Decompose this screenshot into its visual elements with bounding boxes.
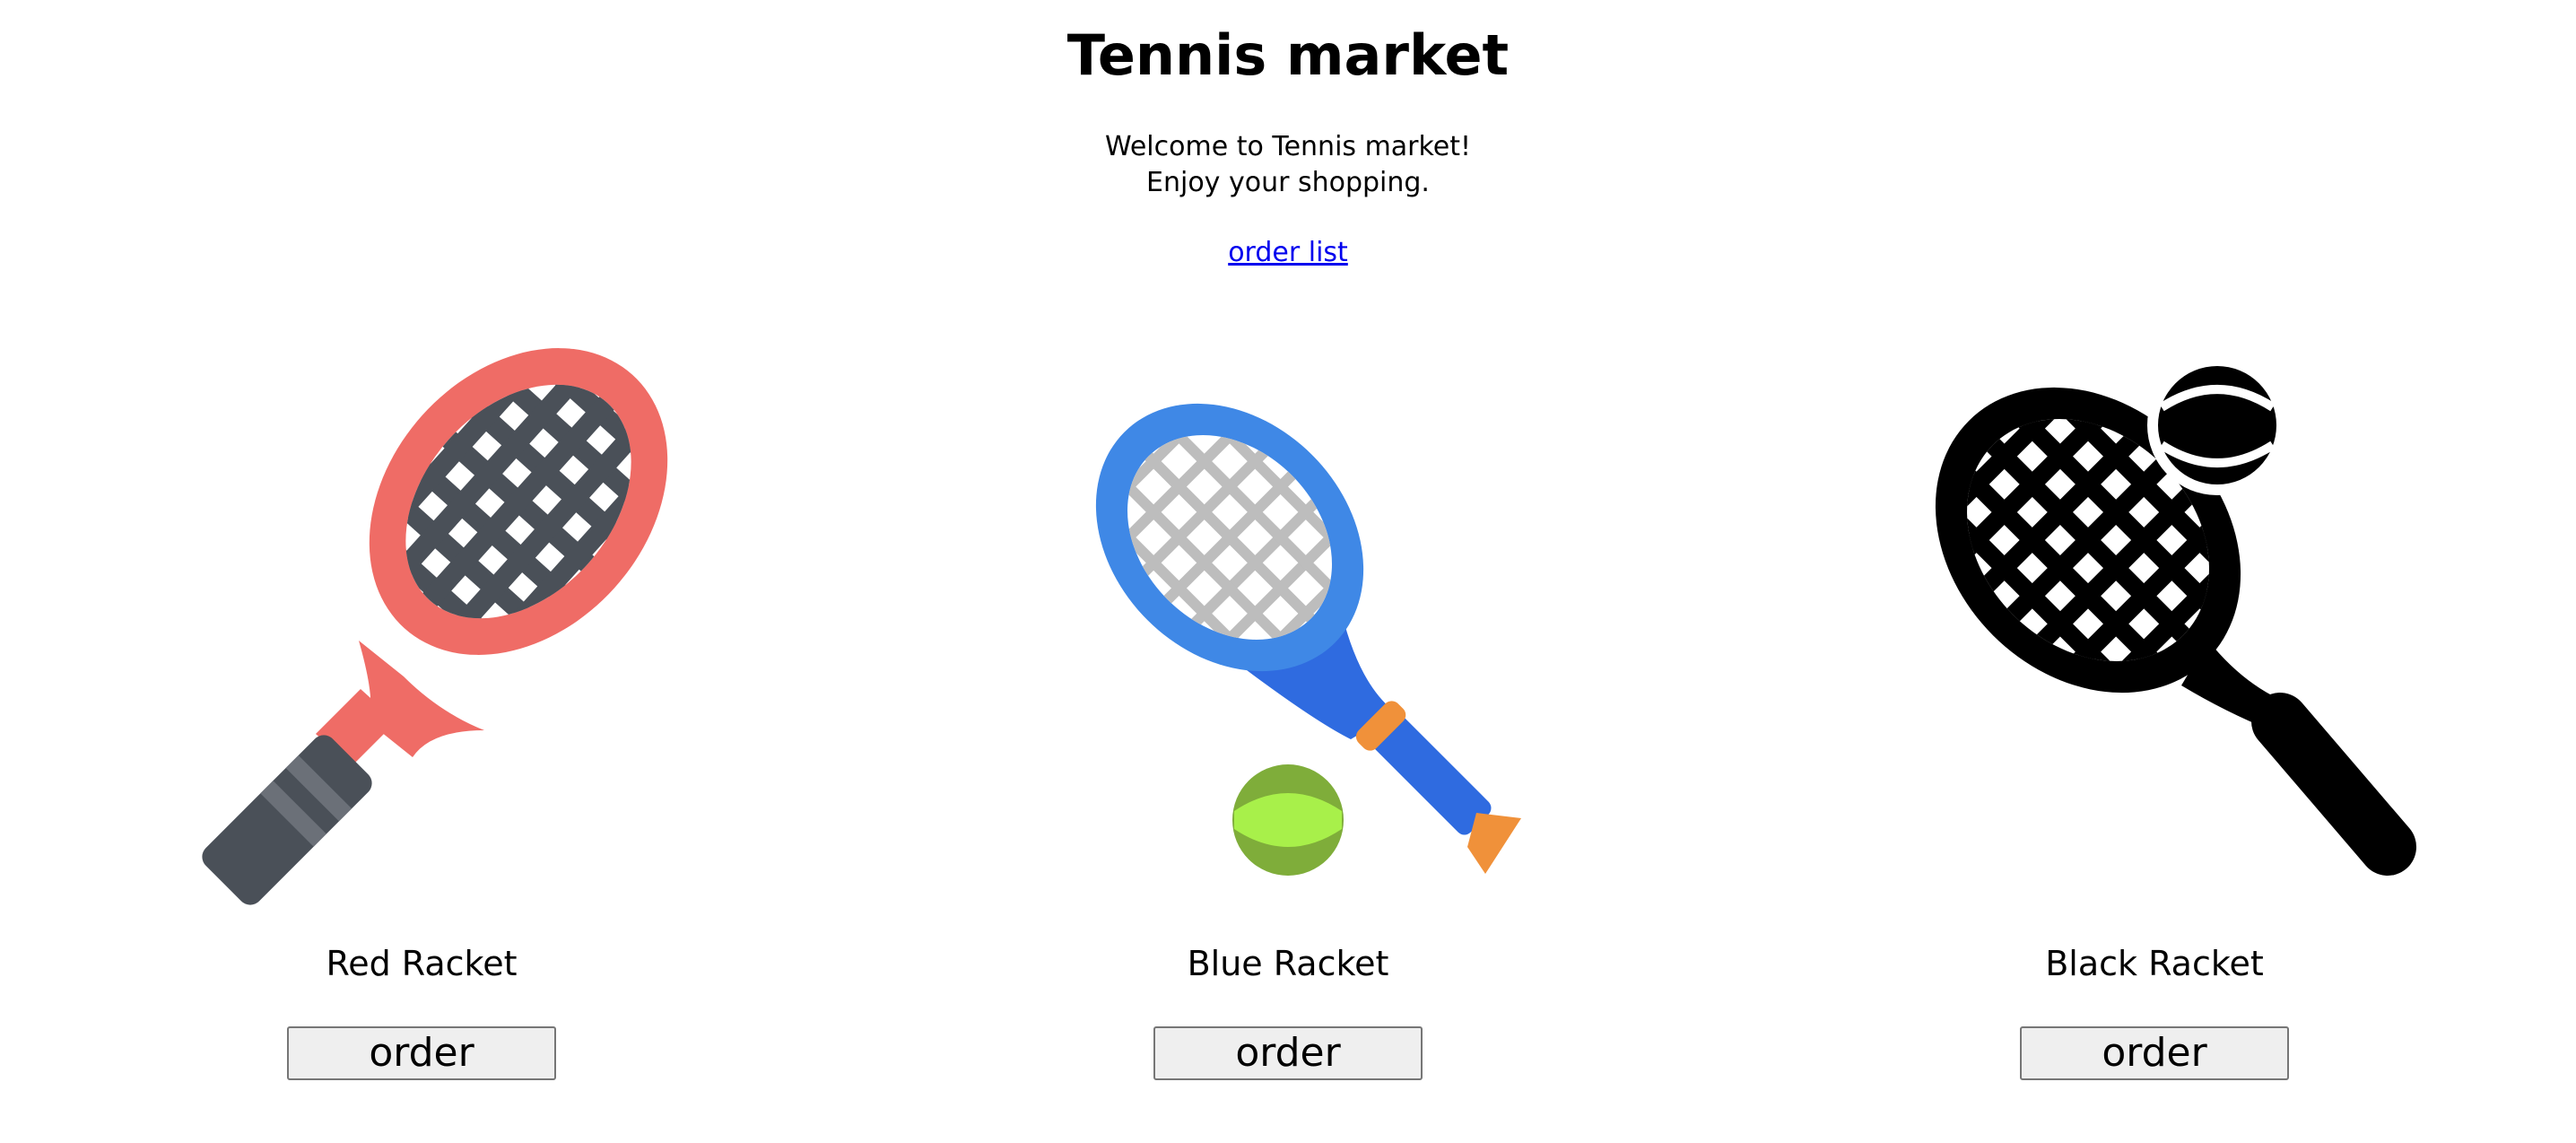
order-button-red-racket[interactable]: order [287, 1026, 556, 1080]
blue-tennis-racket-and-ball-icon [1086, 394, 1521, 876]
order-list-link[interactable]: order list [1228, 237, 1348, 268]
product-card-blue-racket: Blue Racket order [956, 345, 1620, 1143]
black-tennis-racket-and-ball-icon [1918, 355, 2416, 876]
red-tennis-racket-icon [202, 345, 677, 905]
product-card-black-racket: Black Racket order [1823, 345, 2486, 1143]
welcome-line-2: Enjoy your shopping. [1146, 167, 1430, 198]
order-button-black-racket[interactable]: order [2020, 1026, 2289, 1080]
product-card-red-racket: Red Racket order [90, 345, 753, 1143]
order-button-blue-racket[interactable]: order [1153, 1026, 1423, 1080]
welcome-line-1: Welcome to Tennis market! [1104, 131, 1472, 162]
tennis-market-page: Tennis market Welcome to Tennis market! … [0, 0, 2576, 1143]
order-list-container: order list [0, 235, 2576, 271]
page-title: Tennis market [1066, 22, 1510, 88]
welcome-message: Welcome to Tennis market! Enjoy your sho… [0, 129, 2576, 201]
product-name: Red Racket [326, 944, 518, 983]
product-name: Blue Racket [1187, 944, 1389, 983]
product-name: Black Racket [2045, 944, 2264, 983]
